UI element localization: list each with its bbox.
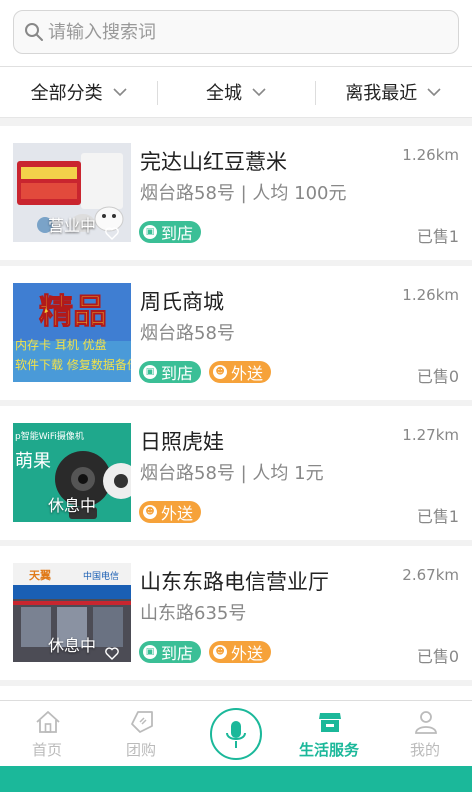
shop-tags: ▣ 到店 ☻ 外送 xyxy=(139,361,272,383)
filter-bar: 全部分类 全城 离我最近 xyxy=(0,66,472,118)
filter-area[interactable]: 全城 xyxy=(157,79,314,105)
sign-text-line2: 内存卡 耳机 优盘 xyxy=(15,337,107,352)
delivery-icon: ☻ xyxy=(143,505,157,519)
shop-distance: 1.26km xyxy=(402,286,459,304)
store-icon: ▣ xyxy=(143,645,157,659)
tag-delivery: ☻ 外送 xyxy=(139,501,202,523)
search-bar xyxy=(0,0,472,66)
shop-sold: 已售0 xyxy=(416,647,459,666)
shop-name: 山东东路电信营业厅 xyxy=(140,570,329,594)
shop-status: 休息中 xyxy=(47,496,96,515)
filter-category-label: 全部分类 xyxy=(30,83,103,104)
filter-area-label: 全城 xyxy=(205,83,242,104)
filter-sort-label: 离我最近 xyxy=(345,83,418,104)
microphone-icon xyxy=(226,721,246,748)
shop-thumbnail: 精品 内存卡 耳机 优盘 软件下载 修复数据备份 xyxy=(13,283,131,382)
filter-sort[interactable]: 离我最近 xyxy=(314,79,472,105)
tab-home[interactable]: 首页 xyxy=(0,701,94,767)
thumb-brand-left: 天翼 xyxy=(29,569,51,582)
tab-life-service[interactable]: 生活服务 xyxy=(282,701,376,767)
shop-sold: 已售1 xyxy=(416,507,459,526)
shop-tags: ☻ 外送 xyxy=(139,501,202,523)
user-icon xyxy=(415,711,437,734)
bottom-accent-strip xyxy=(0,766,472,792)
shop-thumbnail: 营业中 xyxy=(13,143,131,242)
tag-in-store: ▣ 到店 xyxy=(139,221,202,243)
home-icon xyxy=(36,711,60,733)
shop-thumbnail: p智能WiFi摄像机 萌果 休息中 xyxy=(13,423,131,522)
tab-group-buy-label: 团购 xyxy=(125,741,156,759)
thumb-brand-right: 中国电信 xyxy=(83,570,119,582)
search-input[interactable] xyxy=(48,17,448,47)
tab-profile-label: 我的 xyxy=(409,741,440,759)
tab-life-service-label: 生活服务 xyxy=(298,741,359,759)
store-icon: ▣ xyxy=(143,365,157,379)
tag-delivery: ☻ 外送 xyxy=(209,641,272,663)
tab-profile[interactable]: 我的 xyxy=(378,701,472,767)
shop-sold: 已售0 xyxy=(416,367,459,386)
shop-address: 烟台路58号 | 人均 1元 xyxy=(140,463,324,484)
store-sign-image: 精品 内存卡 耳机 优盘 软件下载 修复数据备份 xyxy=(13,283,131,382)
coupon-icon xyxy=(131,711,153,733)
shop-sold: 已售1 xyxy=(416,227,459,246)
store-icon xyxy=(319,713,341,732)
chevron-down-icon xyxy=(252,87,266,96)
shop-tags: ▣ 到店 xyxy=(139,221,202,243)
shop-tags: ▣ 到店 ☻ 外送 xyxy=(139,641,272,663)
shop-name: 日照虎娃 xyxy=(140,430,224,454)
voice-search-button[interactable] xyxy=(210,708,262,760)
thumb-brand: 萌果 xyxy=(15,451,51,472)
shop-item[interactable]: 精品 内存卡 耳机 优盘 软件下载 修复数据备份 周氏商城 1.26km 烟台路… xyxy=(0,266,472,400)
tag-in-store: ▣ 到店 xyxy=(139,361,202,383)
chevron-down-icon xyxy=(427,87,441,96)
shop-item[interactable]: 营业中 完达山红豆薏米 1.26km 烟台路58号 | 人均 100元 ▣ 到店 … xyxy=(0,126,472,260)
shop-name: 完达山红豆薏米 xyxy=(140,150,287,174)
delivery-icon: ☻ xyxy=(213,645,228,659)
shop-address: 山东路635号 xyxy=(140,603,247,624)
shop-item[interactable]: p智能WiFi摄像机 萌果 休息中 日照虎娃 1.27km 烟台路58号 | 人… xyxy=(0,406,472,540)
store-icon: ▣ xyxy=(143,225,157,239)
delivery-icon: ☻ xyxy=(213,365,228,379)
shop-thumbnail: 天翼 中国电信 休息中 xyxy=(13,563,131,662)
shop-distance: 1.26km xyxy=(402,146,459,164)
shop-distance: 1.27km xyxy=(402,426,459,444)
sign-text-line3: 软件下载 修复数据备份 xyxy=(15,357,131,372)
heart-icon xyxy=(105,227,119,240)
heart-icon xyxy=(105,647,119,660)
shop-address: 烟台路58号 | 人均 100元 xyxy=(140,183,347,204)
thumb-caption: p智能WiFi摄像机 xyxy=(15,430,84,442)
sign-text-main: 精品 xyxy=(39,292,107,332)
search-box[interactable] xyxy=(13,10,459,54)
shop-address: 烟台路58号 xyxy=(140,323,235,344)
tab-group-buy[interactable]: 团购 xyxy=(94,701,188,767)
shop-distance: 2.67km xyxy=(402,566,459,584)
filter-category[interactable]: 全部分类 xyxy=(0,79,157,105)
shop-item[interactable]: 天翼 中国电信 休息中 山东东路电信营业厅 2.67km 山东路635号 ▣ 到店… xyxy=(0,546,472,680)
search-icon xyxy=(25,23,43,41)
tag-delivery: ☻ 外送 xyxy=(209,361,272,383)
tag-in-store: ▣ 到店 xyxy=(139,641,202,663)
shop-name: 周氏商城 xyxy=(140,290,224,314)
chevron-down-icon xyxy=(113,87,127,96)
tab-home-label: 首页 xyxy=(31,741,62,759)
